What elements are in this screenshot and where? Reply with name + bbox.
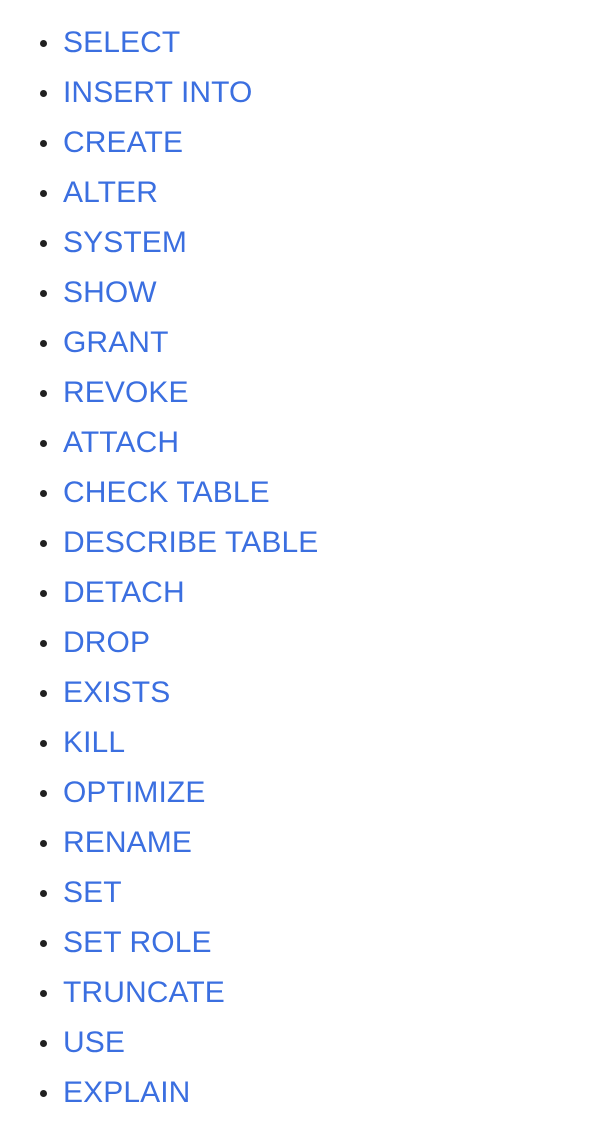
statement-link[interactable]: SELECT — [63, 26, 180, 59]
statement-link[interactable]: OPTIMIZE — [63, 776, 205, 809]
statement-link[interactable]: REVOKE — [63, 376, 189, 409]
list-item-17: SET — [0, 868, 590, 918]
list-item-0: SELECT — [0, 18, 590, 68]
bullet-icon — [40, 539, 47, 547]
list-item-18: SET ROLE — [0, 918, 590, 968]
statement-link[interactable]: SYSTEM — [63, 226, 187, 259]
bullet-icon — [40, 989, 47, 997]
bullet-icon — [40, 939, 47, 947]
list-item-19: TRUNCATE — [0, 968, 590, 1018]
list-item-4: SYSTEM — [0, 218, 590, 268]
bullet-icon — [40, 289, 47, 297]
statement-link[interactable]: CHECK TABLE — [63, 476, 270, 509]
statement-link[interactable]: DETACH — [63, 576, 185, 609]
bullet-icon — [40, 389, 47, 397]
bullet-icon — [40, 189, 47, 197]
bullet-icon — [40, 39, 47, 47]
list-item-9: CHECK TABLE — [0, 468, 590, 518]
list-item-6: GRANT — [0, 318, 590, 368]
sql-statement-list: SELECT INSERT INTO CREATE ALTER SYSTEM S… — [0, 0, 590, 1118]
statement-link[interactable]: EXISTS — [63, 676, 170, 709]
bullet-icon — [40, 1089, 47, 1097]
bullet-icon — [40, 1039, 47, 1047]
list-item-20: USE — [0, 1018, 590, 1068]
statement-link[interactable]: EXPLAIN — [63, 1076, 190, 1109]
bullet-icon — [40, 839, 47, 847]
list-item-13: EXISTS — [0, 668, 590, 718]
bullet-icon — [40, 439, 47, 447]
bullet-icon — [40, 639, 47, 647]
list-item-10: DESCRIBE TABLE — [0, 518, 590, 568]
list-item-15: OPTIMIZE — [0, 768, 590, 818]
statement-link[interactable]: CREATE — [63, 126, 183, 159]
list-item-14: KILL — [0, 718, 590, 768]
list-item-8: ATTACH — [0, 418, 590, 468]
list-item-12: DROP — [0, 618, 590, 668]
list-item-21: EXPLAIN — [0, 1068, 590, 1118]
bullet-icon — [40, 139, 47, 147]
list-item-11: DETACH — [0, 568, 590, 618]
bullet-icon — [40, 339, 47, 347]
bullet-icon — [40, 789, 47, 797]
statement-link[interactable]: DESCRIBE TABLE — [63, 526, 318, 559]
statement-link[interactable]: USE — [63, 1026, 125, 1059]
bullet-icon — [40, 589, 47, 597]
statement-link[interactable]: SET — [63, 876, 122, 909]
list-item-1: INSERT INTO — [0, 68, 590, 118]
bullet-icon — [40, 739, 47, 747]
list-item-5: SHOW — [0, 268, 590, 318]
statement-link[interactable]: TRUNCATE — [63, 976, 225, 1009]
list-item-7: REVOKE — [0, 368, 590, 418]
bullet-icon — [40, 689, 47, 697]
bullet-icon — [40, 239, 47, 247]
statement-link[interactable]: RENAME — [63, 826, 192, 859]
list-item-2: CREATE — [0, 118, 590, 168]
statement-link[interactable]: KILL — [63, 726, 125, 759]
statement-link[interactable]: ATTACH — [63, 426, 179, 459]
statement-link[interactable]: DROP — [63, 626, 150, 659]
list-item-16: RENAME — [0, 818, 590, 868]
list-item-3: ALTER — [0, 168, 590, 218]
statement-link[interactable]: ALTER — [63, 176, 158, 209]
statement-link[interactable]: SET ROLE — [63, 926, 212, 959]
bullet-icon — [40, 89, 47, 97]
bullet-icon — [40, 489, 47, 497]
statement-link[interactable]: SHOW — [63, 276, 157, 309]
statement-link[interactable]: GRANT — [63, 326, 169, 359]
statement-link[interactable]: INSERT INTO — [63, 76, 252, 109]
bullet-icon — [40, 889, 47, 897]
